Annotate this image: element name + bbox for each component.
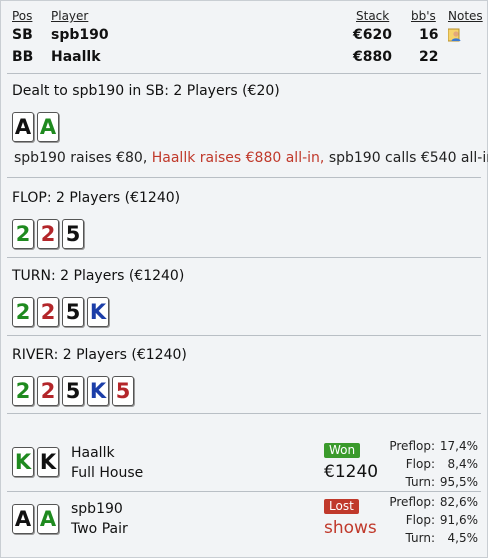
row-bb-player[interactable]: Haallk: [51, 49, 101, 65]
equity-value: 95,5%: [439, 475, 478, 489]
card: A: [12, 112, 34, 142]
equity-label: Turn:: [405, 475, 435, 489]
card: A: [37, 504, 59, 534]
equity-value: 17,4%: [439, 439, 478, 453]
divider: [7, 413, 481, 414]
showdown-player[interactable]: Haallk: [71, 445, 115, 461]
river-cards: 2 2 5 K 5: [12, 376, 134, 406]
equity-value: 8,4%: [447, 457, 479, 471]
players-header: Pos Player Stack bb's Notes SB spb190 €6…: [1, 1, 488, 71]
col-bbs-header: bb's: [411, 9, 436, 23]
equity-label: Preflop:: [389, 495, 435, 509]
equity-label: Flop:: [405, 513, 435, 527]
turn-cards: 2 2 5 K: [12, 297, 109, 327]
row-sb-bbs: 16: [419, 27, 439, 43]
hole-cards: A A: [12, 112, 59, 142]
flop-cards: 2 2 5: [12, 219, 84, 249]
card: K: [12, 447, 34, 477]
equity-label: Flop:: [405, 457, 435, 471]
hand-history-panel: Pos Player Stack bb's Notes SB spb190 €6…: [0, 0, 488, 558]
row-sb-pos: SB: [12, 27, 33, 43]
card: A: [12, 504, 34, 534]
card: 5: [62, 376, 84, 406]
equity-value: 91,6%: [439, 513, 478, 527]
col-notes-header: Notes: [448, 9, 483, 23]
flop-title: FLOP: 2 Players (€1240): [12, 190, 181, 206]
showdown-cards-haallk: K K: [12, 447, 59, 477]
card: 2: [37, 219, 59, 249]
card: K: [37, 447, 59, 477]
card: 5: [112, 376, 134, 406]
card: 5: [62, 297, 84, 327]
equity-label: Turn:: [405, 531, 435, 545]
divider: [7, 491, 481, 492]
equity-label: Preflop:: [389, 439, 435, 453]
action-text: spb190 calls €540 all-in: [328, 150, 488, 166]
card: 2: [12, 297, 34, 327]
card: 2: [37, 376, 59, 406]
card: 2: [12, 219, 34, 249]
col-player-header: Player: [51, 9, 89, 23]
divider: [7, 335, 481, 336]
river-title: RIVER: 2 Players (€1240): [12, 347, 187, 363]
showdown-cards-spb190: A A: [12, 504, 59, 534]
card: K: [87, 297, 109, 327]
action-text: spb190 raises €80,: [14, 150, 148, 166]
card: 2: [37, 297, 59, 327]
row-bb-pos: BB: [12, 49, 34, 65]
notes-person-icon[interactable]: [448, 28, 462, 42]
preflop-action: spb190 raises €80, Haallk raises €880 al…: [14, 150, 488, 166]
showdown-player[interactable]: spb190: [71, 501, 123, 517]
divider: [7, 177, 481, 178]
col-stack-header: Stack: [356, 9, 390, 23]
turn-title: TURN: 2 Players (€1240): [12, 268, 185, 284]
row-sb-stack: €620: [353, 27, 392, 43]
col-pos-header: Pos: [12, 9, 33, 23]
row-sb-player[interactable]: spb190: [51, 27, 109, 43]
preflop-title: Dealt to spb190 in SB: 2 Players (€20): [12, 83, 280, 99]
showdown-hand: Two Pair: [71, 521, 128, 537]
card: K: [87, 376, 109, 406]
card: 5: [62, 219, 84, 249]
divider: [7, 73, 481, 74]
row-bb-bbs: 22: [419, 49, 439, 65]
action-text-highlight: Haallk raises €880 all-in,: [151, 150, 325, 166]
divider: [7, 257, 481, 258]
equity-value: 4,5%: [447, 531, 479, 545]
card: 2: [12, 376, 34, 406]
row-bb-stack: €880: [353, 49, 392, 65]
showdown-hand: Full House: [71, 465, 144, 481]
equity-value: 82,6%: [439, 495, 478, 509]
card: A: [37, 112, 59, 142]
